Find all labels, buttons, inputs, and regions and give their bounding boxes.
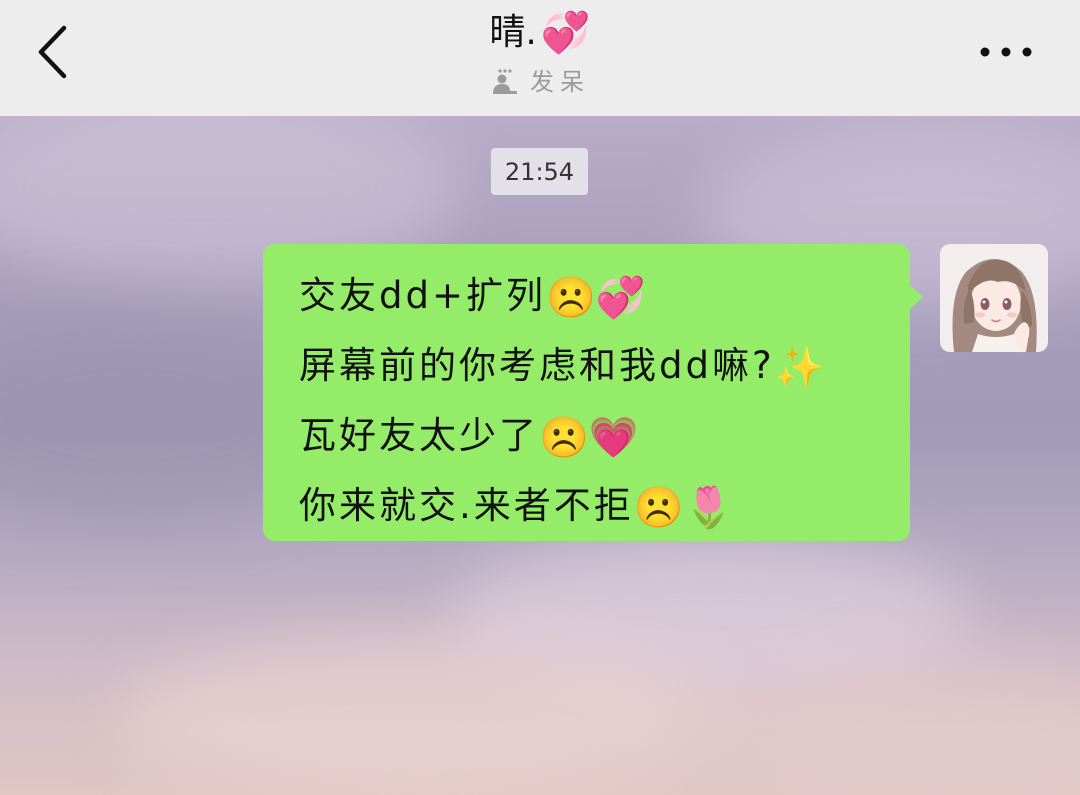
frown-tulip-emoji: ☹️🌷 <box>633 485 734 531</box>
frown-heart-emoji: ☹️💗 <box>539 415 639 461</box>
title-area: 晴. 💞 <box>0 8 1080 58</box>
message-line: 瓦好友太少了☹️💗 <box>299 402 874 472</box>
contact-status: 发呆 <box>0 62 1080 97</box>
more-options-button[interactable] <box>976 34 1036 70</box>
background-cloud <box>120 636 740 795</box>
contact-name: 晴. <box>489 12 537 53</box>
message-line: 你来就交.来者不拒☹️🌷 <box>299 472 874 542</box>
status-text: 发呆 <box>530 68 590 96</box>
frown-hearts-emoji: ☹️💞 <box>545 275 646 321</box>
sender-avatar[interactable] <box>940 244 1048 352</box>
revolving-hearts-emoji: 💞 <box>540 10 591 56</box>
chat-header: 晴. 💞 发呆 <box>0 0 1080 116</box>
message-line-text: 你来就交.来者不拒 <box>299 484 634 527</box>
message-line-text: 屏幕前的你考虑和我dd嘛? <box>299 344 775 387</box>
message-line-text: 瓦好友太少了 <box>299 414 539 457</box>
message-line: 屏幕前的你考虑和我dd嘛?✨ <box>299 332 874 402</box>
message-line: 交友dd+扩列☹️💞 <box>299 262 874 332</box>
idle-status-icon <box>493 68 517 94</box>
bubble-tail <box>909 284 923 310</box>
anime-girl-avatar-image <box>940 244 1048 352</box>
contact-title[interactable]: 晴. 💞 <box>489 8 590 58</box>
more-dots-icon <box>980 47 1032 57</box>
message-bubble[interactable]: 交友dd+扩列☹️💞 屏幕前的你考虑和我dd嘛?✨ 瓦好友太少了☹️💗 你来就交… <box>263 244 923 542</box>
message-line-text: 交友dd+扩列 <box>299 274 546 317</box>
sparkles-emoji: ✨ <box>774 345 825 391</box>
message-timestamp: 21:54 <box>491 148 588 195</box>
